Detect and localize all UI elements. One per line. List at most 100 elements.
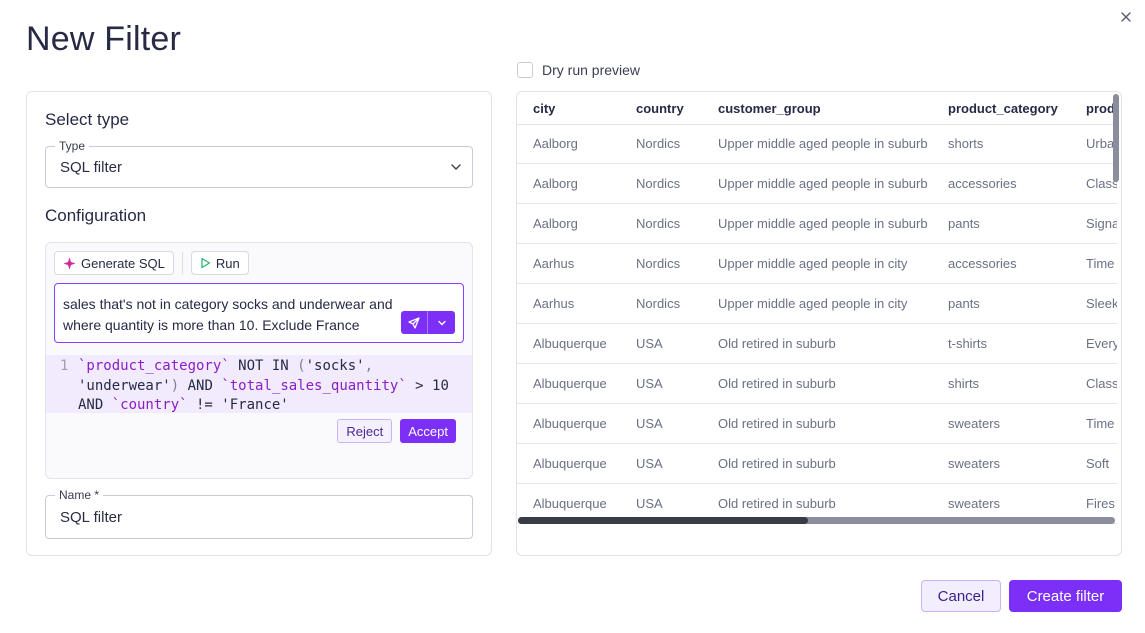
table-cell: USA	[636, 496, 663, 511]
create-filter-button[interactable]: Create filter	[1009, 580, 1122, 612]
sql-code-editor[interactable]: 1 `product_category` NOT IN ('socks', 'u…	[46, 355, 472, 416]
run-button[interactable]: Run	[190, 251, 249, 275]
table-cell: Upper middle aged people in suburb	[718, 176, 928, 191]
type-label: Type	[55, 139, 90, 153]
dry-run-checkbox[interactable]	[517, 62, 533, 78]
type-select[interactable]: Type SQL filter	[45, 139, 473, 188]
dry-run-toggle[interactable]: Dry run preview	[517, 62, 640, 78]
send-icon	[408, 316, 420, 329]
table-header: city country customer_group product_categor…	[517, 92, 1117, 125]
sql-token: `country`	[111, 397, 188, 413]
table-cell: Upper middle aged people in city	[718, 256, 908, 271]
sparkle-icon	[63, 257, 76, 269]
sql-token: ,	[364, 358, 382, 374]
column-header-customer-group[interactable]: customer_group	[718, 101, 821, 116]
table-cell: Old retired in suburb	[718, 336, 836, 351]
table-row[interactable]: Albuquerque USA Old retired in suburb shirt…	[517, 364, 1117, 404]
suggestion-actions: Reject Accept	[337, 419, 456, 443]
table-cell: Nordics	[636, 296, 681, 311]
chevron-down-icon	[437, 320, 446, 325]
table-cell: pants	[948, 216, 980, 231]
table-cell: Upper middle aged people in suburb	[718, 216, 928, 231]
table-cell: accessories	[948, 256, 1017, 271]
table-cell: Signa	[1086, 216, 1117, 231]
table-cell: Aarhus	[533, 256, 575, 271]
table-cell: sweaters	[948, 416, 1001, 431]
type-value: SQL filter	[60, 159, 122, 176]
page-title: New Filter	[26, 20, 182, 58]
table-cell: accessories	[948, 176, 1017, 191]
table-cell: Albuquerque	[533, 456, 607, 471]
dry-run-label: Dry run preview	[542, 62, 641, 78]
send-button[interactable]	[401, 311, 427, 334]
sql-token: `product_category`	[78, 358, 230, 374]
table-cell: Old retired in suburb	[718, 376, 836, 391]
table-row[interactable]: Aalborg Nordics Upper middle aged people i…	[517, 204, 1117, 244]
table-row[interactable]: Aalborg Nordics Upper middle aged people i…	[517, 124, 1117, 164]
sql-editor-box: Generate SQL Run sales that's not in cat…	[45, 242, 473, 479]
column-header-country[interactable]: country	[636, 101, 684, 116]
prompt-text: sales that's not in category socks and u…	[63, 296, 393, 333]
sql-token: 'socks'	[305, 358, 365, 374]
table-cell: shorts	[948, 136, 984, 151]
table-cell: Soft	[1086, 456, 1110, 471]
play-icon	[201, 257, 210, 269]
table-cell: Aarhus	[533, 296, 575, 311]
cancel-button[interactable]: Cancel	[921, 580, 1001, 612]
name-value: SQL filter	[60, 509, 122, 526]
sql-token: (	[297, 358, 306, 374]
table-cell: Sleek	[1086, 296, 1117, 311]
sql-token: AND	[179, 377, 222, 394]
table-cell: Old retired in suburb	[718, 496, 836, 511]
table-cell: Albuquerque	[533, 376, 607, 391]
table-cell: Aalborg	[533, 176, 578, 191]
table-row[interactable]: Albuquerque USA Old retired in suburb t-shi…	[517, 324, 1117, 364]
table-cell: USA	[636, 456, 663, 471]
reject-button[interactable]: Reject	[337, 419, 393, 443]
table-cell: Albuquerque	[533, 336, 607, 351]
generate-sql-label: Generate SQL	[81, 255, 165, 271]
table-cell: shirts	[948, 376, 980, 391]
accept-button[interactable]: Accept	[400, 419, 456, 443]
send-button-group	[401, 311, 455, 334]
table-row[interactable]: Albuquerque USA Old retired in suburb sweat…	[517, 404, 1117, 444]
generate-sql-button[interactable]: Generate SQL	[54, 251, 174, 275]
table-cell: USA	[636, 376, 663, 391]
table-cell: Nordics	[636, 176, 681, 191]
table-cell: Aalborg	[533, 216, 578, 231]
table-row[interactable]: Aarhus Nordics Upper middle aged people in…	[517, 284, 1117, 324]
close-icon	[1121, 12, 1131, 22]
column-header-city[interactable]: city	[533, 101, 555, 116]
configuration-heading: Configuration	[45, 206, 147, 225]
table-row[interactable]: Aalborg Nordics Upper middle aged people i…	[517, 164, 1117, 204]
table-cell: Aalborg	[533, 136, 578, 151]
table-cell: Upper middle aged people in city	[718, 296, 908, 311]
table-cell: Class	[1086, 376, 1117, 391]
table-cell: USA	[636, 336, 663, 351]
column-header-product-category[interactable]: product_category	[948, 101, 1058, 116]
preview-table: city country customer_group product_categor…	[516, 91, 1122, 556]
table-cell: pants	[948, 296, 980, 311]
table-cell: Nordics	[636, 136, 681, 151]
table-row[interactable]: Albuquerque USA Old retired in suburb sweat…	[517, 444, 1117, 484]
horizontal-scrollbar-thumb[interactable]	[518, 517, 808, 524]
table-cell: Time	[1086, 416, 1115, 431]
select-type-heading: Select type	[45, 110, 130, 129]
vertical-scrollbar[interactable]	[1113, 94, 1119, 182]
ai-prompt-input[interactable]: sales that's not in category socks and u…	[54, 283, 464, 343]
sql-token: NOT IN	[229, 358, 298, 374]
table-row[interactable]: Aarhus Nordics Upper middle aged people in…	[517, 244, 1117, 284]
send-options-dropdown[interactable]	[427, 311, 455, 334]
sql-code-text: `product_category` NOT IN ('socks', 'und…	[78, 357, 468, 416]
toolbar-divider	[181, 252, 183, 274]
sql-token: !=	[187, 397, 222, 413]
line-number: 1	[60, 358, 69, 374]
name-label: Name *	[55, 488, 104, 502]
table-cell: Old retired in suburb	[718, 416, 836, 431]
table-cell: Every	[1086, 336, 1117, 351]
sql-token: `total_sales_quantity`	[221, 377, 407, 394]
close-button[interactable]	[1117, 8, 1135, 26]
table-cell: sweaters	[948, 496, 1001, 511]
name-field[interactable]: Name * SQL filter	[45, 488, 473, 539]
run-label: Run	[215, 255, 240, 271]
